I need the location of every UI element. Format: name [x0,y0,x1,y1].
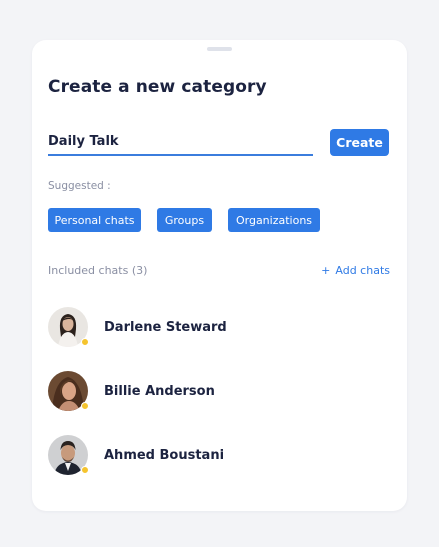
status-indicator [81,402,89,410]
list-item[interactable]: Darlene Steward [48,307,378,347]
plus-icon: + [321,264,331,277]
chat-name: Billie Anderson [104,383,215,399]
category-name-input[interactable] [48,130,313,153]
chat-name: Ahmed Boustani [104,447,225,463]
chip-personal-chats[interactable]: Personal chats [48,208,141,232]
add-chats-label: Add chats [335,264,390,277]
drag-handle[interactable] [207,47,232,51]
chip-organizations[interactable]: Organizations [228,208,320,232]
create-button[interactable]: Create [330,129,389,156]
list-item[interactable]: Ahmed Boustani [48,435,378,475]
create-category-sheet: Create a new category Create Suggested :… [32,40,407,511]
list-item[interactable]: Billie Anderson [48,371,378,411]
included-chats-label: Included chats (3) [48,264,148,277]
add-chats-button[interactable]: + Add chats [321,264,390,277]
avatar [48,307,89,347]
suggested-label: Suggested : [48,180,111,192]
status-indicator [81,338,89,346]
chat-name: Darlene Steward [104,319,227,335]
status-indicator [81,466,89,474]
page-title: Create a new category [48,77,267,97]
avatar [48,371,89,411]
category-name-field[interactable] [48,130,313,156]
chip-groups[interactable]: Groups [157,208,212,232]
avatar [48,435,89,475]
